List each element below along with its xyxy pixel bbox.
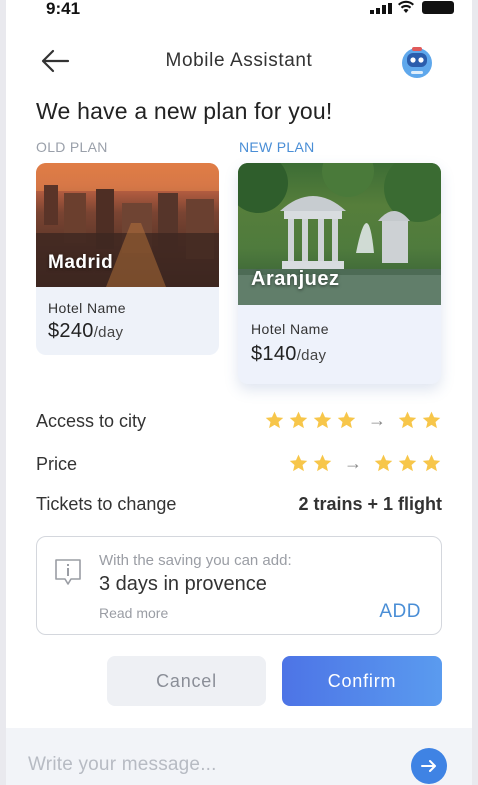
new-plan-hotel: Hotel Name [251, 321, 329, 337]
old-plan-card[interactable]: Madrid Hotel Name $240/day [36, 163, 219, 355]
star-icon [398, 454, 417, 472]
star-icon [337, 411, 356, 429]
old-plan-price-unit: /day [93, 324, 124, 341]
old-plan-hotel: Hotel Name [48, 300, 126, 316]
new-plan-city: Aranjuez [251, 268, 340, 290]
star-icon [313, 454, 332, 472]
add-button[interactable]: ADD [379, 601, 421, 623]
headline: We have a new plan for you! [36, 98, 333, 124]
new-plan-card[interactable]: Aranjuez Hotel Name $140/day [238, 163, 441, 384]
saving-main-text: 3 days in provence [99, 573, 267, 595]
new-plan-price-value: $140 [251, 343, 297, 365]
cancel-button[interactable]: Cancel [107, 656, 266, 706]
status-bar: 9:41 [6, 0, 472, 22]
confirm-button[interactable]: Confirm [282, 656, 442, 706]
phone-screen: 9:41 Mobile Assistant We have a new plan… [6, 0, 472, 785]
new-plan-label: NEW PLAN [239, 139, 315, 155]
tickets-value: 2 trains + 1 flight [298, 494, 442, 514]
star-icon [422, 454, 441, 472]
saving-suggestion-box: With the saving you can add: 3 days in p… [36, 536, 442, 635]
status-time: 9:41 [46, 0, 81, 18]
price-label: Price [36, 454, 78, 474]
old-plan-label: OLD PLAN [36, 139, 108, 155]
new-plan-price: $140/day [251, 343, 326, 366]
star-icon [313, 411, 332, 429]
message-input[interactable]: Write your message... [28, 754, 217, 776]
star-icon [289, 411, 308, 429]
send-button[interactable] [411, 748, 447, 784]
access-to-city-stars: → [264, 410, 442, 431]
arrow-right-icon: → [344, 453, 362, 473]
star-icon [374, 454, 393, 472]
read-more-link[interactable]: Read more [99, 605, 168, 621]
wifi-icon [398, 0, 414, 13]
access-to-city-label: Access to city [36, 411, 147, 431]
star-icon [422, 411, 441, 429]
arrow-right-icon [421, 760, 436, 772]
star-icon [398, 411, 417, 429]
tickets-label: Tickets to change [36, 494, 177, 514]
message-bar: Write your message... [6, 728, 472, 785]
old-plan-price: $240/day [48, 320, 123, 343]
star-icon [289, 454, 308, 472]
price-stars: → [288, 453, 442, 474]
info-message-icon [55, 559, 81, 585]
star-icon [265, 411, 284, 429]
saving-subtitle: With the saving you can add: [99, 552, 292, 569]
robot-icon[interactable] [400, 43, 434, 79]
old-plan-city: Madrid [48, 252, 114, 273]
battery-icon [422, 1, 454, 14]
new-plan-price-unit: /day [296, 347, 327, 364]
old-plan-price-value: $240 [48, 320, 94, 342]
signal-icon [370, 3, 392, 14]
arrow-right-icon: → [368, 410, 386, 430]
